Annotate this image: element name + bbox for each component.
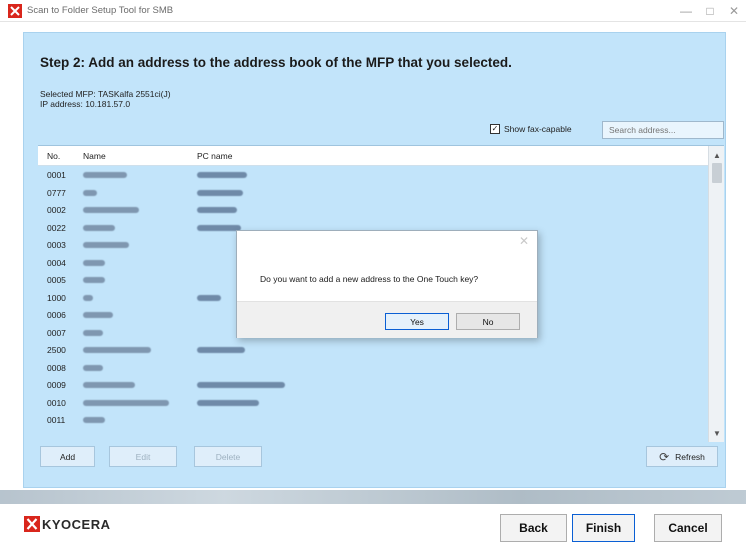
yes-button[interactable]: Yes [385, 313, 449, 330]
redacted-name [83, 312, 113, 318]
cell-number: 0004 [47, 257, 66, 268]
step-title: Step 2: Add an address to the address bo… [40, 55, 512, 70]
kyocera-app-icon [8, 4, 22, 18]
redacted-name [83, 329, 103, 336]
table-row[interactable]: 0009 [38, 376, 708, 394]
delete-button[interactable]: Delete [194, 446, 262, 467]
cell-number: 0022 [47, 222, 66, 233]
cell-number: 0011 [47, 415, 66, 425]
show-fax-capable-label: Show fax-capable [504, 124, 572, 134]
column-header-no[interactable]: No. [47, 151, 60, 161]
kyocera-logo: KYOCERA [24, 516, 111, 532]
redacted-name [83, 189, 97, 196]
table-row[interactable]: 2500 [38, 341, 708, 359]
redacted-name [83, 277, 105, 283]
refresh-icon: ⟳ [659, 449, 670, 464]
table-header: No. Name PC name [38, 146, 708, 166]
redacted-name [83, 364, 103, 371]
table-row[interactable]: 0777 [38, 184, 708, 202]
cell-number: 0008 [47, 362, 66, 373]
no-button[interactable]: No [456, 313, 520, 330]
dialog-message: Do you want to add a new address to the … [260, 274, 479, 284]
scrollbar-thumb[interactable] [712, 163, 722, 183]
selected-mfp-label: Selected MFP: TASKalfa 2551ci(J) [40, 89, 171, 99]
add-button[interactable]: Add [40, 446, 95, 467]
column-header-name[interactable]: Name [83, 151, 106, 161]
kyocera-logo-icon [24, 516, 40, 532]
table-row[interactable]: 0011 [38, 411, 708, 429]
redacted-pc-name [197, 207, 237, 213]
cell-number: 0003 [47, 240, 66, 250]
cell-number: 0005 [47, 275, 66, 285]
redacted-name [83, 399, 169, 406]
window-title: Scan to Folder Setup Tool for SMB [27, 5, 174, 16]
cell-number: 2500 [47, 345, 66, 355]
table-row[interactable]: 0010 [38, 394, 708, 412]
refresh-button[interactable]: ⟳ Refresh [646, 446, 718, 467]
cell-number: 0001 [47, 170, 66, 180]
close-icon: ✕ [728, 4, 740, 18]
table-row[interactable]: 0008 [38, 359, 708, 377]
edit-button[interactable]: Edit [109, 446, 177, 467]
cell-number: 0010 [47, 397, 66, 408]
refresh-label: Refresh [675, 451, 705, 462]
cell-number: 0007 [47, 327, 66, 338]
back-button[interactable]: Back [500, 514, 567, 542]
redacted-pc-name [197, 224, 241, 231]
table-row[interactable]: 0002 [38, 201, 708, 219]
vertical-scrollbar[interactable]: ▲ ▼ [708, 146, 724, 442]
scroll-down-icon[interactable]: ▼ [709, 426, 725, 440]
confirm-dialog: ✕ Do you want to add a new address to th… [236, 230, 538, 338]
dialog-footer: Yes No [237, 301, 537, 338]
redacted-name [83, 259, 105, 266]
cancel-button[interactable]: Cancel [654, 514, 722, 542]
redacted-name [83, 417, 105, 423]
scroll-up-icon[interactable]: ▲ [709, 148, 725, 162]
redacted-name [83, 207, 139, 213]
column-header-pc-name[interactable]: PC name [197, 151, 232, 161]
redacted-name [83, 172, 127, 178]
close-window-button[interactable]: ✕ [714, 0, 746, 22]
cell-number: 0009 [47, 380, 66, 390]
table-row[interactable]: 0001 [38, 166, 708, 184]
redacted-name [83, 242, 129, 248]
redacted-pc-name [197, 399, 259, 406]
redacted-name [83, 224, 115, 231]
search-address-input[interactable] [602, 121, 724, 139]
cell-number: 0002 [47, 205, 66, 215]
redacted-pc-name [197, 294, 221, 301]
maximize-icon: □ [706, 4, 714, 18]
redacted-name [83, 347, 151, 353]
redacted-pc-name [197, 189, 243, 196]
redacted-name [83, 294, 93, 301]
redacted-pc-name [197, 172, 247, 178]
checkbox-check-icon[interactable]: ✓ [490, 124, 500, 134]
redacted-name [83, 382, 135, 388]
dialog-close-icon[interactable]: ✕ [519, 234, 529, 248]
cell-number: 1000 [47, 292, 66, 303]
redacted-pc-name [197, 382, 285, 388]
finish-button[interactable]: Finish [572, 514, 635, 542]
redacted-pc-name [197, 347, 245, 353]
cell-number: 0777 [47, 187, 66, 198]
logo-text: KYOCERA [42, 516, 111, 532]
divider-strip [0, 490, 746, 504]
window-title-bar: Scan to Folder Setup Tool for SMB — □ ✕ [0, 0, 746, 22]
show-fax-capable-checkbox[interactable]: ✓ Show fax-capable [490, 124, 572, 134]
ip-address-label: IP address: 10.181.57.0 [40, 99, 131, 109]
cell-number: 0006 [47, 310, 66, 320]
